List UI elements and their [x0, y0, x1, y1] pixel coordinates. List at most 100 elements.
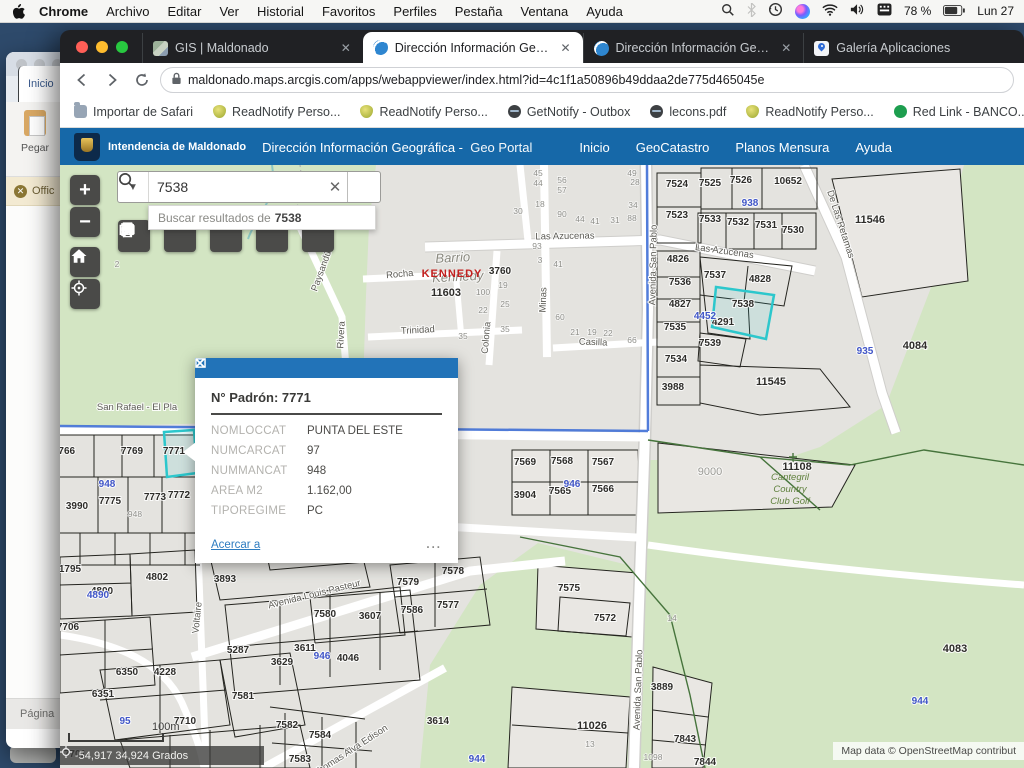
nav-inicio[interactable]: Inicio: [579, 140, 609, 155]
spotlight-icon[interactable]: [721, 3, 735, 20]
map-label: 35: [458, 331, 468, 341]
back-button[interactable]: [70, 68, 94, 92]
browser-tab[interactable]: GIS | Maldonado✕: [142, 33, 363, 63]
shield-icon: [360, 105, 373, 118]
close-tab-icon[interactable]: ✕: [339, 41, 353, 55]
bookmark-item[interactable]: ReadNotify Perso...: [746, 105, 873, 119]
wifi-icon[interactable]: [822, 4, 838, 19]
bluetooth-icon[interactable]: [747, 3, 756, 20]
url-bar: maldonado.maps.arcgis.com/apps/webappvie…: [60, 63, 1024, 96]
popup-fields: NOMLOCCATPUNTA DEL ESTENUMCARCAT97NUMMAN…: [211, 425, 442, 517]
map-attribution: Map data © OpenStreetMap contribut: [833, 742, 1024, 760]
bookmark-item[interactable]: GetNotify - Outbox: [508, 105, 631, 119]
tab-title: Dirección Información Geográf: [395, 41, 552, 55]
alert-close-icon[interactable]: ✕: [14, 185, 27, 198]
reload-button[interactable]: [130, 68, 154, 92]
map-label: 3: [538, 255, 543, 265]
lock-icon[interactable]: [171, 72, 182, 88]
word-tab-inicio[interactable]: Inicio: [18, 66, 64, 102]
map-label: 7572: [594, 613, 617, 624]
zoom-in-button[interactable]: +: [70, 175, 100, 205]
close-tab-icon[interactable]: ✕: [779, 41, 793, 55]
map-label: 7584: [309, 730, 332, 741]
search-button[interactable]: [347, 172, 380, 202]
search-input[interactable]: [149, 179, 323, 195]
volume-icon[interactable]: [850, 3, 865, 19]
zoom-window-button[interactable]: [116, 41, 128, 53]
bookmark-item[interactable]: ReadNotify Perso...: [213, 105, 340, 119]
intendencia-logo-icon[interactable]: [74, 133, 100, 161]
map-label: Rivera: [335, 320, 347, 349]
bookmark-label: GetNotify - Outbox: [527, 105, 631, 119]
menubar-clock[interactable]: Lun 27: [977, 4, 1014, 18]
menu-historial[interactable]: Historial: [257, 4, 304, 19]
close-window-button[interactable]: [76, 41, 88, 53]
input-source-icon[interactable]: [877, 3, 892, 19]
map-favicon-icon: [153, 41, 168, 56]
menu-pestaña[interactable]: Pestaña: [455, 4, 503, 19]
word-alert-bar[interactable]: ✕ Offic: [6, 177, 64, 206]
time-machine-icon[interactable]: [768, 2, 783, 20]
tab-title: Galería Aplicaciones: [836, 41, 1014, 55]
zoom-to-link[interactable]: Acercar a: [211, 539, 260, 551]
clear-search-icon[interactable]: ✕: [323, 178, 347, 196]
popup-field-row: NUMMANCAT948: [211, 465, 442, 477]
map-label: 7526: [730, 175, 753, 186]
shield-icon: [746, 105, 759, 118]
nav-ayuda[interactable]: Ayuda: [855, 140, 892, 155]
map-label: 4046: [337, 653, 360, 664]
map-label: 14: [667, 613, 677, 623]
browser-tab[interactable]: Galería Aplicaciones: [803, 33, 1024, 63]
browser-tab[interactable]: Dirección Información Geográf ✕: [363, 32, 583, 63]
word-page-label: Página: [20, 708, 54, 720]
map-label: 7773: [144, 492, 167, 503]
map-label: 7568: [551, 456, 574, 467]
map-label: 3990: [66, 501, 89, 512]
bookmark-item[interactable]: ReadNotify Perso...: [360, 105, 487, 119]
map-canvas[interactable]: 7524752375257526106527533753275317530115…: [60, 165, 1024, 768]
field-label: NUMCARCAT: [211, 445, 307, 457]
map-label: Minas: [538, 287, 550, 313]
menu-ventana[interactable]: Ventana: [520, 4, 568, 19]
url-text: maldonado.maps.arcgis.com/apps/webappvie…: [188, 73, 764, 87]
menu-archivo[interactable]: Archivo: [106, 4, 149, 19]
menu-editar[interactable]: Editar: [167, 4, 201, 19]
siri-icon[interactable]: [795, 4, 810, 19]
battery-icon: [943, 4, 965, 19]
map-label: 7530: [782, 225, 805, 236]
nav-geocatastro[interactable]: GeoCatastro: [636, 140, 710, 155]
zoom-out-button[interactable]: −: [70, 207, 100, 237]
address-field[interactable]: maldonado.maps.arcgis.com/apps/webappvie…: [160, 67, 1014, 93]
search-suggestion[interactable]: Buscar resultados de7538: [148, 205, 376, 230]
app-title: Dirección Información Geográfica - Geo P…: [262, 140, 532, 155]
bookmark-item[interactable]: Red Link - BANCO...: [894, 105, 1024, 119]
word-document[interactable]: [6, 206, 64, 698]
map-label: 7580: [314, 609, 337, 620]
map-label: 56: [557, 175, 567, 185]
bookmark-item[interactable]: Importar de Safari: [74, 105, 193, 119]
apple-menu-icon[interactable]: [12, 4, 25, 19]
menu-favoritos[interactable]: Favoritos: [322, 4, 375, 19]
menu-chrome[interactable]: Chrome: [39, 4, 88, 19]
map-label: 946: [564, 479, 581, 490]
home-button[interactable]: [70, 247, 100, 277]
nav-planos-mensura[interactable]: Planos Mensura: [735, 140, 829, 155]
bookmark-item[interactable]: lecons.pdf: [650, 105, 726, 119]
browser-tab[interactable]: Dirección Información Geográf✕: [583, 33, 804, 63]
map-label: 3760: [489, 266, 512, 277]
map-label: 19: [498, 280, 508, 290]
paste-label[interactable]: Pegar: [6, 142, 64, 154]
map-label: 948: [99, 479, 116, 490]
bookmark-label: ReadNotify Perso...: [232, 105, 340, 119]
bookmark-label: ReadNotify Perso...: [765, 105, 873, 119]
minimize-window-button[interactable]: [96, 41, 108, 53]
forward-button[interactable]: [100, 68, 124, 92]
menu-ayuda[interactable]: Ayuda: [586, 4, 623, 19]
close-tab-icon[interactable]: ✕: [558, 41, 572, 55]
locate-button[interactable]: [70, 279, 100, 309]
paste-icon[interactable]: [24, 110, 46, 136]
menu-ver[interactable]: Ver: [219, 4, 239, 19]
menu-perfiles[interactable]: Perfiles: [393, 4, 436, 19]
field-label: NOMLOCCAT: [211, 425, 307, 437]
popup-more-icon[interactable]: ...: [426, 539, 442, 551]
